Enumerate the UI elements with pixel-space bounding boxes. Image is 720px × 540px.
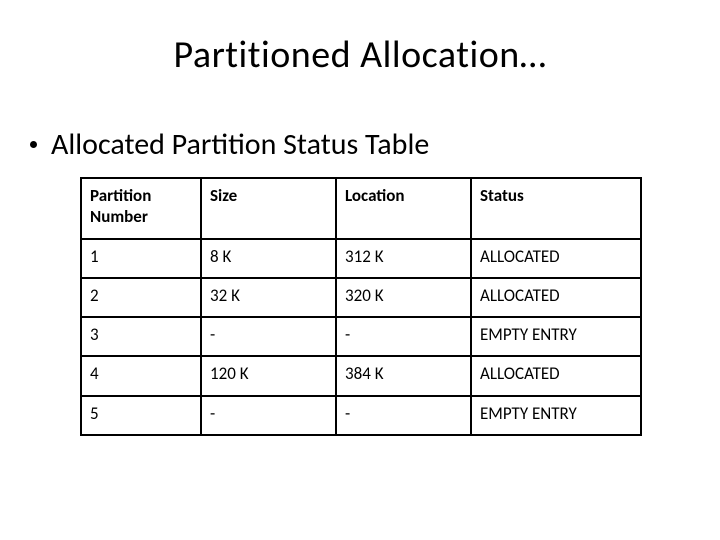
col-header-status: Status (471, 178, 641, 239)
table-row: 3 - - EMPTY ENTRY (81, 317, 641, 356)
cell-status: ALLOCATED (471, 278, 641, 317)
table-row: 1 8 K 312 K ALLOCATED (81, 239, 641, 278)
cell-partition-number: 1 (81, 239, 201, 278)
cell-size: 32 K (201, 278, 336, 317)
cell-status: EMPTY ENTRY (471, 396, 641, 435)
col-header-location: Location (336, 178, 471, 239)
table-row: 4 120 K 384 K ALLOCATED (81, 356, 641, 395)
cell-status: ALLOCATED (471, 239, 641, 278)
cell-location: 312 K (336, 239, 471, 278)
table-header-row: Partition Number Size Location Status (81, 178, 641, 239)
cell-status: ALLOCATED (471, 356, 641, 395)
table-row: 5 - - EMPTY ENTRY (81, 396, 641, 435)
table-container: Partition Number Size Location Status 1 … (80, 177, 720, 436)
cell-location: 320 K (336, 278, 471, 317)
bullet-icon (30, 141, 37, 148)
col-header-partition-number: Partition Number (81, 178, 201, 239)
col-header-size: Size (201, 178, 336, 239)
bullet-text: Allocated Partition Status Table (51, 126, 429, 163)
cell-partition-number: 3 (81, 317, 201, 356)
table-row: 2 32 K 320 K ALLOCATED (81, 278, 641, 317)
cell-partition-number: 4 (81, 356, 201, 395)
cell-size: - (201, 396, 336, 435)
partition-status-table: Partition Number Size Location Status 1 … (80, 177, 642, 436)
cell-size: 8 K (201, 239, 336, 278)
cell-status: EMPTY ENTRY (471, 317, 641, 356)
cell-location: 384 K (336, 356, 471, 395)
cell-size: - (201, 317, 336, 356)
cell-location: - (336, 317, 471, 356)
cell-partition-number: 2 (81, 278, 201, 317)
bullet-item: Allocated Partition Status Table (30, 126, 720, 163)
slide: Partitioned Allocation… Allocated Partit… (0, 0, 720, 540)
cell-partition-number: 5 (81, 396, 201, 435)
slide-title: Partitioned Allocation… (0, 0, 720, 78)
cell-location: - (336, 396, 471, 435)
cell-size: 120 K (201, 356, 336, 395)
